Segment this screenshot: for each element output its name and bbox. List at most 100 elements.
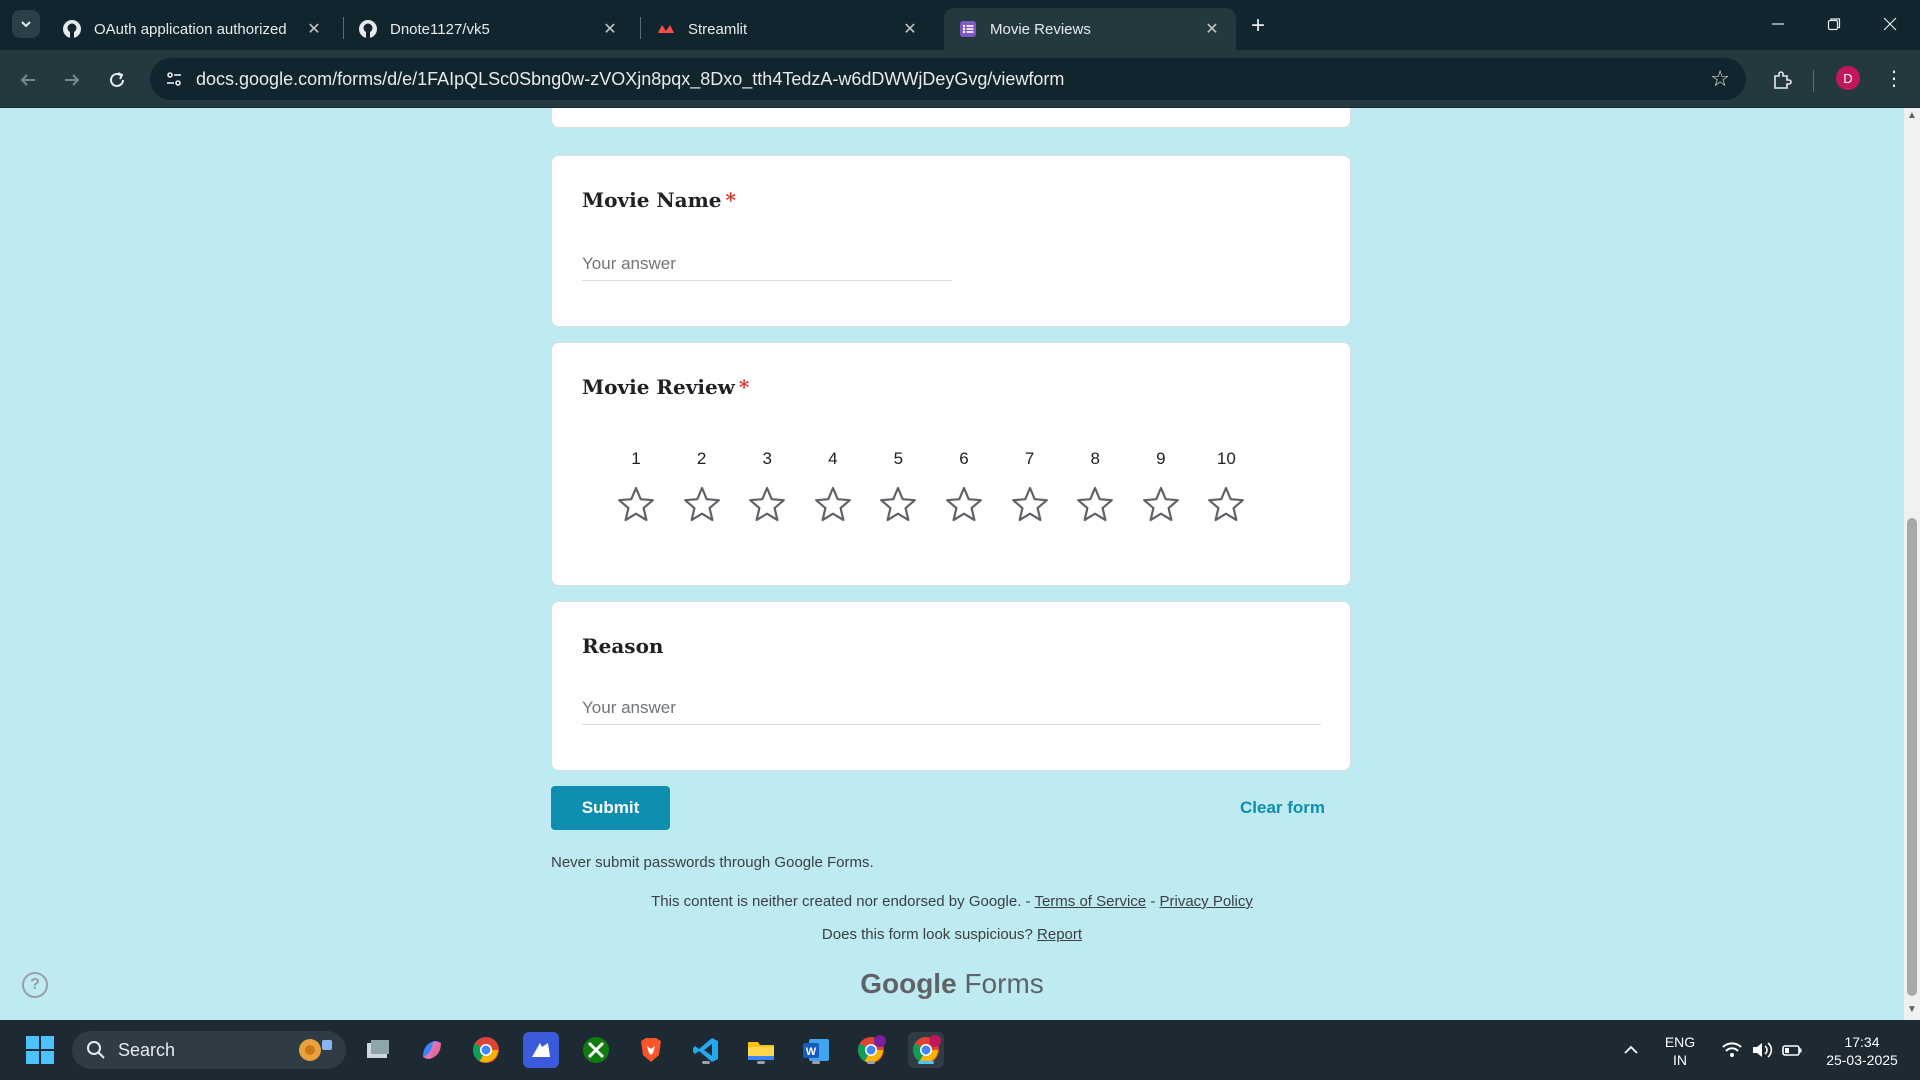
rating-scale-label: 10 <box>1216 449 1236 468</box>
extensions-button[interactable] <box>1766 64 1798 96</box>
rating-scale-label: 9 <box>1156 449 1166 468</box>
app-button[interactable] <box>523 1032 559 1068</box>
file-explorer-button[interactable] <box>743 1032 779 1068</box>
question-title-text: Reason <box>582 634 664 658</box>
scroll-up-arrow-icon[interactable]: ▲ <box>1904 110 1920 124</box>
browser-toolbar: docs.google.com/forms/d/e/1FAIpQLSc0Sbng… <box>0 50 1920 108</box>
suspicious-text: Does this form look suspicious? <box>821 926 1033 943</box>
plus-icon: + <box>1250 12 1265 39</box>
reason-input[interactable]: Your answer <box>582 698 1321 725</box>
copilot-button[interactable] <box>414 1032 450 1068</box>
chrome-button[interactable] <box>468 1032 504 1068</box>
profile-avatar[interactable]: D <box>1836 66 1860 90</box>
scroll-thumb[interactable] <box>1907 518 1917 996</box>
task-view-icon <box>367 1040 389 1058</box>
more-menu-icon[interactable]: ⋮ <box>1882 64 1906 92</box>
reload-button[interactable] <box>101 64 133 96</box>
minimize-icon <box>1772 23 1784 25</box>
language-indicator[interactable]: ENG IN <box>1656 1033 1704 1069</box>
close-icon[interactable]: ✕ <box>900 19 920 39</box>
rating-star-icon[interactable] <box>1008 483 1052 527</box>
search-highlight-icon <box>299 1039 332 1061</box>
rating-star-icon[interactable] <box>1204 483 1248 527</box>
form-page: Movie Name * Your answer Movie Review * 12… <box>0 108 1904 1020</box>
tab-movie-reviews[interactable]: Movie Reviews ✕ <box>944 8 1236 50</box>
google-forms-logo[interactable]: Google Forms <box>0 968 1904 1000</box>
rating-scale-label: 6 <box>959 449 969 468</box>
search-icon <box>87 1041 105 1059</box>
suspicious-line: Does this form look suspicious? Report <box>0 926 1904 943</box>
xbox-button[interactable] <box>578 1032 614 1068</box>
tab-streamlit[interactable]: Streamlit ✕ <box>642 8 934 50</box>
chrome-profile-v-button[interactable] <box>853 1032 889 1068</box>
page-scrollbar[interactable]: ▲ ▼ <box>1904 108 1920 1020</box>
tab-search-button[interactable] <box>12 10 40 38</box>
xbox-icon <box>583 1037 609 1063</box>
privacy-link[interactable]: Privacy Policy <box>1159 893 1252 910</box>
url-text[interactable]: docs.google.com/forms/d/e/1FAIpQLSc0Sbng… <box>196 69 1064 90</box>
battery-icon <box>1782 1045 1802 1056</box>
question-title: Movie Name * <box>582 188 736 212</box>
site-info-button[interactable] <box>160 65 188 93</box>
restore-button[interactable] <box>1814 8 1854 40</box>
running-indicator <box>757 1061 765 1064</box>
clear-form-button[interactable]: Clear form <box>1240 798 1325 818</box>
rating-scale-label: 2 <box>696 449 707 468</box>
new-tab-button[interactable]: + <box>1244 12 1272 40</box>
taskbar-search[interactable]: Search <box>72 1031 346 1069</box>
google-wordmark: Google <box>860 968 957 999</box>
submit-button[interactable]: Submit <box>551 786 670 830</box>
close-icon[interactable]: ✕ <box>600 19 620 39</box>
tune-icon <box>167 72 181 86</box>
bookmark-star-icon[interactable]: ☆ <box>1710 66 1730 92</box>
rating-star-icon[interactable] <box>811 483 855 527</box>
tray-overflow-button[interactable] <box>1616 1032 1646 1068</box>
github-icon <box>63 20 81 38</box>
rating-scale-label: 3 <box>762 449 772 468</box>
question-title: Movie Review * <box>582 375 749 399</box>
help-icon[interactable]: ? <box>22 972 48 998</box>
running-indicator <box>702 1061 710 1064</box>
task-view-button[interactable] <box>360 1032 396 1068</box>
chrome-profile-d-button[interactable] <box>908 1032 944 1068</box>
scroll-down-arrow-icon[interactable]: ▼ <box>1904 1004 1920 1018</box>
password-warning: Never submit passwords through Google Fo… <box>551 854 874 871</box>
github-icon <box>359 20 377 38</box>
rating-scale-label: 7 <box>1024 449 1035 468</box>
tab-oauth[interactable]: OAuth application authorized ✕ <box>48 8 338 50</box>
rating-star-icon[interactable] <box>876 483 920 527</box>
clock[interactable]: 17:34 25-03-2025 <box>1812 1033 1912 1069</box>
rating-star-icon[interactable] <box>942 483 986 527</box>
chevron-up-icon <box>1624 1045 1638 1054</box>
required-asterisk: * <box>725 188 736 212</box>
chevron-down-icon <box>21 21 31 28</box>
tab-title: Dnote1127/vk5 <box>390 20 490 38</box>
rating-star-icon[interactable] <box>1139 483 1183 527</box>
svg-text:W: W <box>806 1046 817 1058</box>
close-icon[interactable]: ✕ <box>304 19 324 39</box>
rating-star-icon[interactable] <box>680 483 724 527</box>
word-button[interactable]: W <box>798 1032 834 1068</box>
forward-button[interactable] <box>56 64 88 96</box>
google-forms-icon <box>960 21 976 37</box>
disclaimer: This content is neither created nor endo… <box>0 893 1904 910</box>
movie-name-input[interactable]: Your answer <box>582 254 952 281</box>
quick-settings-button[interactable] <box>1712 1032 1812 1068</box>
vscode-button[interactable] <box>688 1032 724 1068</box>
region-code: IN <box>1673 1052 1687 1068</box>
back-button[interactable] <box>12 64 44 96</box>
question-title: Reason <box>582 634 663 658</box>
start-button[interactable] <box>22 1032 58 1068</box>
question-card-movie-review: Movie Review * 1 2 3 4 5 6 7 8 9 10 <box>551 342 1351 586</box>
address-bar[interactable]: docs.google.com/forms/d/e/1FAIpQLSc0Sbng… <box>150 58 1746 100</box>
close-window-button[interactable] <box>1870 8 1910 40</box>
tab-dnote[interactable]: Dnote1127/vk5 ✕ <box>344 8 634 50</box>
rating-star-icon[interactable] <box>745 483 789 527</box>
minimize-button[interactable] <box>1758 8 1798 40</box>
close-icon[interactable]: ✕ <box>1202 19 1222 39</box>
rating-star-icon[interactable] <box>614 483 658 527</box>
terms-link[interactable]: Terms of Service <box>1034 893 1146 910</box>
rating-star-icon[interactable] <box>1073 483 1117 527</box>
report-link[interactable]: Report <box>1037 926 1082 943</box>
brave-button[interactable] <box>633 1032 669 1068</box>
